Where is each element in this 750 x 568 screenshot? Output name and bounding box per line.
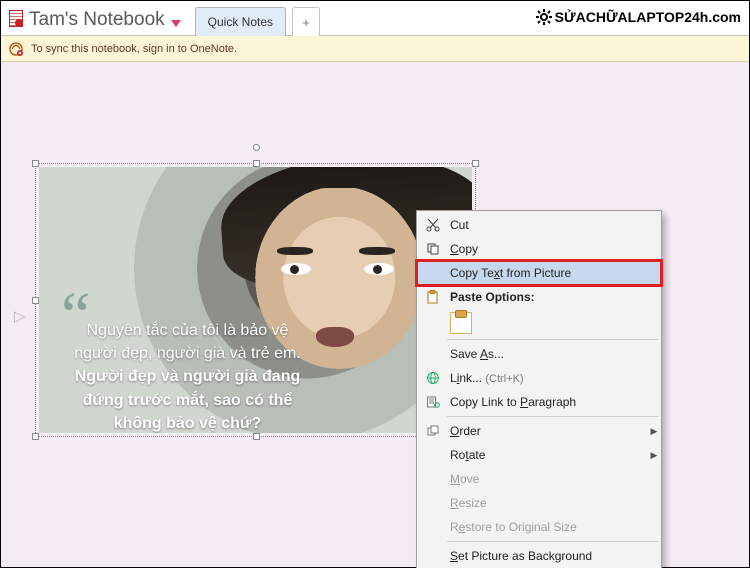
clipboard-icon — [450, 312, 472, 334]
rotate-handle[interactable] — [253, 144, 260, 151]
menu-resize: Resize — [417, 491, 661, 515]
image-eye — [364, 263, 394, 275]
quote-line: Người đẹp và người già đang — [75, 368, 301, 385]
menu-label: Paste Options: — [444, 290, 647, 304]
copy-icon — [422, 242, 444, 256]
plus-icon: + — [302, 15, 310, 30]
menu-copy[interactable]: Copy — [417, 237, 661, 261]
menu-copy-link-to-paragraph[interactable]: Copy Link to Paragraph — [417, 390, 661, 414]
insertion-caret-icon: ▷ — [14, 307, 26, 325]
watermark-brand: SỬACHỮALAPTOP24h.com — [536, 9, 741, 25]
cog-icon — [536, 9, 552, 25]
brand-label: SỬACHỮALAPTOP24h.com — [555, 9, 741, 25]
image-brow — [359, 247, 395, 255]
image-quote-text: Nguyên tắc của tôi là bảo vệ người đẹp, … — [73, 319, 302, 433]
menu-label: Rotate — [444, 448, 647, 462]
menu-restore-original-size: Restore to Original Size — [417, 515, 661, 539]
resize-handle-ne[interactable] — [472, 160, 479, 167]
sync-error-icon — [9, 42, 23, 56]
menu-label: Link... (Ctrl+K) — [444, 371, 647, 385]
notebook-name[interactable]: Tam's Notebook — [29, 9, 165, 31]
notebook-dropdown-caret[interactable] — [171, 15, 181, 25]
resize-handle-s[interactable] — [253, 433, 260, 440]
menu-separator — [447, 416, 659, 417]
resize-handle-n[interactable] — [253, 160, 260, 167]
menu-separator — [447, 541, 659, 542]
menu-separator — [447, 339, 659, 340]
notebook-icon — [9, 10, 23, 27]
order-icon — [422, 424, 444, 438]
context-menu: Cut Copy Copy Text from Picture Paste Op… — [416, 210, 662, 568]
sync-message: To sync this notebook, sign in to OneNot… — [31, 43, 237, 55]
menu-paste-options-header: Paste Options: — [417, 285, 661, 309]
paragraph-link-icon — [422, 395, 444, 409]
quote-line: đứng trước mắt, sao có thể — [83, 392, 293, 409]
sync-infobar: To sync this notebook, sign in to OneNot… — [1, 36, 749, 62]
menu-move: Move — [417, 467, 661, 491]
quote-line: không bảo vệ chứ? — [114, 415, 262, 432]
image-mouth — [316, 327, 354, 347]
cut-icon — [422, 218, 444, 232]
selected-image[interactable]: “ Nguyên tắc của tôi là bảo vệ người đẹp… — [35, 163, 476, 437]
menu-label: Copy — [444, 242, 647, 256]
submenu-arrow-icon: ▶ — [647, 450, 661, 461]
image-eye — [281, 263, 311, 275]
tab-quick-notes[interactable]: Quick Notes — [195, 7, 286, 36]
menu-set-picture-as-background[interactable]: Set Picture as Background — [417, 544, 661, 568]
menu-label: Copy Link to Paragraph — [444, 395, 647, 409]
menu-link[interactable]: Link... (Ctrl+K) — [417, 366, 661, 390]
menu-cut[interactable]: Cut — [417, 213, 661, 237]
paste-icon — [422, 290, 444, 304]
menu-label: Cut — [444, 218, 647, 232]
resize-handle-sw[interactable] — [32, 433, 39, 440]
resize-handle-w[interactable] — [32, 297, 39, 304]
menu-label: Restore to Original Size — [444, 520, 647, 534]
resize-handle-nw[interactable] — [32, 160, 39, 167]
menu-label: Save As... — [444, 347, 647, 361]
note-canvas[interactable]: ▷ “ Nguyên tắc của tôi là bảo vệ người đ… — [1, 63, 749, 567]
menu-label: Resize — [444, 496, 647, 510]
menu-label: Order — [444, 424, 647, 438]
submenu-arrow-icon: ▶ — [647, 426, 661, 437]
tab-label: Quick Notes — [208, 15, 273, 29]
menu-paste-option-keep-source[interactable] — [417, 309, 661, 337]
menu-label: Move — [444, 472, 647, 486]
menu-save-as[interactable]: Save As... — [417, 342, 661, 366]
menu-copy-text-from-picture[interactable]: Copy Text from Picture — [417, 261, 661, 285]
quote-line: Nguyên tắc của tôi là bảo vệ — [87, 322, 289, 339]
image-brow — [277, 247, 313, 255]
menu-order[interactable]: Order ▶ — [417, 419, 661, 443]
quote-line: người đẹp, người già và trẻ em. — [74, 345, 301, 362]
menu-label: Set Picture as Background — [444, 549, 647, 563]
link-icon — [422, 371, 444, 385]
menu-label: Copy Text from Picture — [444, 266, 647, 280]
menu-rotate[interactable]: Rotate ▶ — [417, 443, 661, 467]
add-tab-button[interactable]: + — [292, 7, 320, 36]
image-content: “ Nguyên tắc của tôi là bảo vệ người đẹp… — [39, 167, 472, 433]
